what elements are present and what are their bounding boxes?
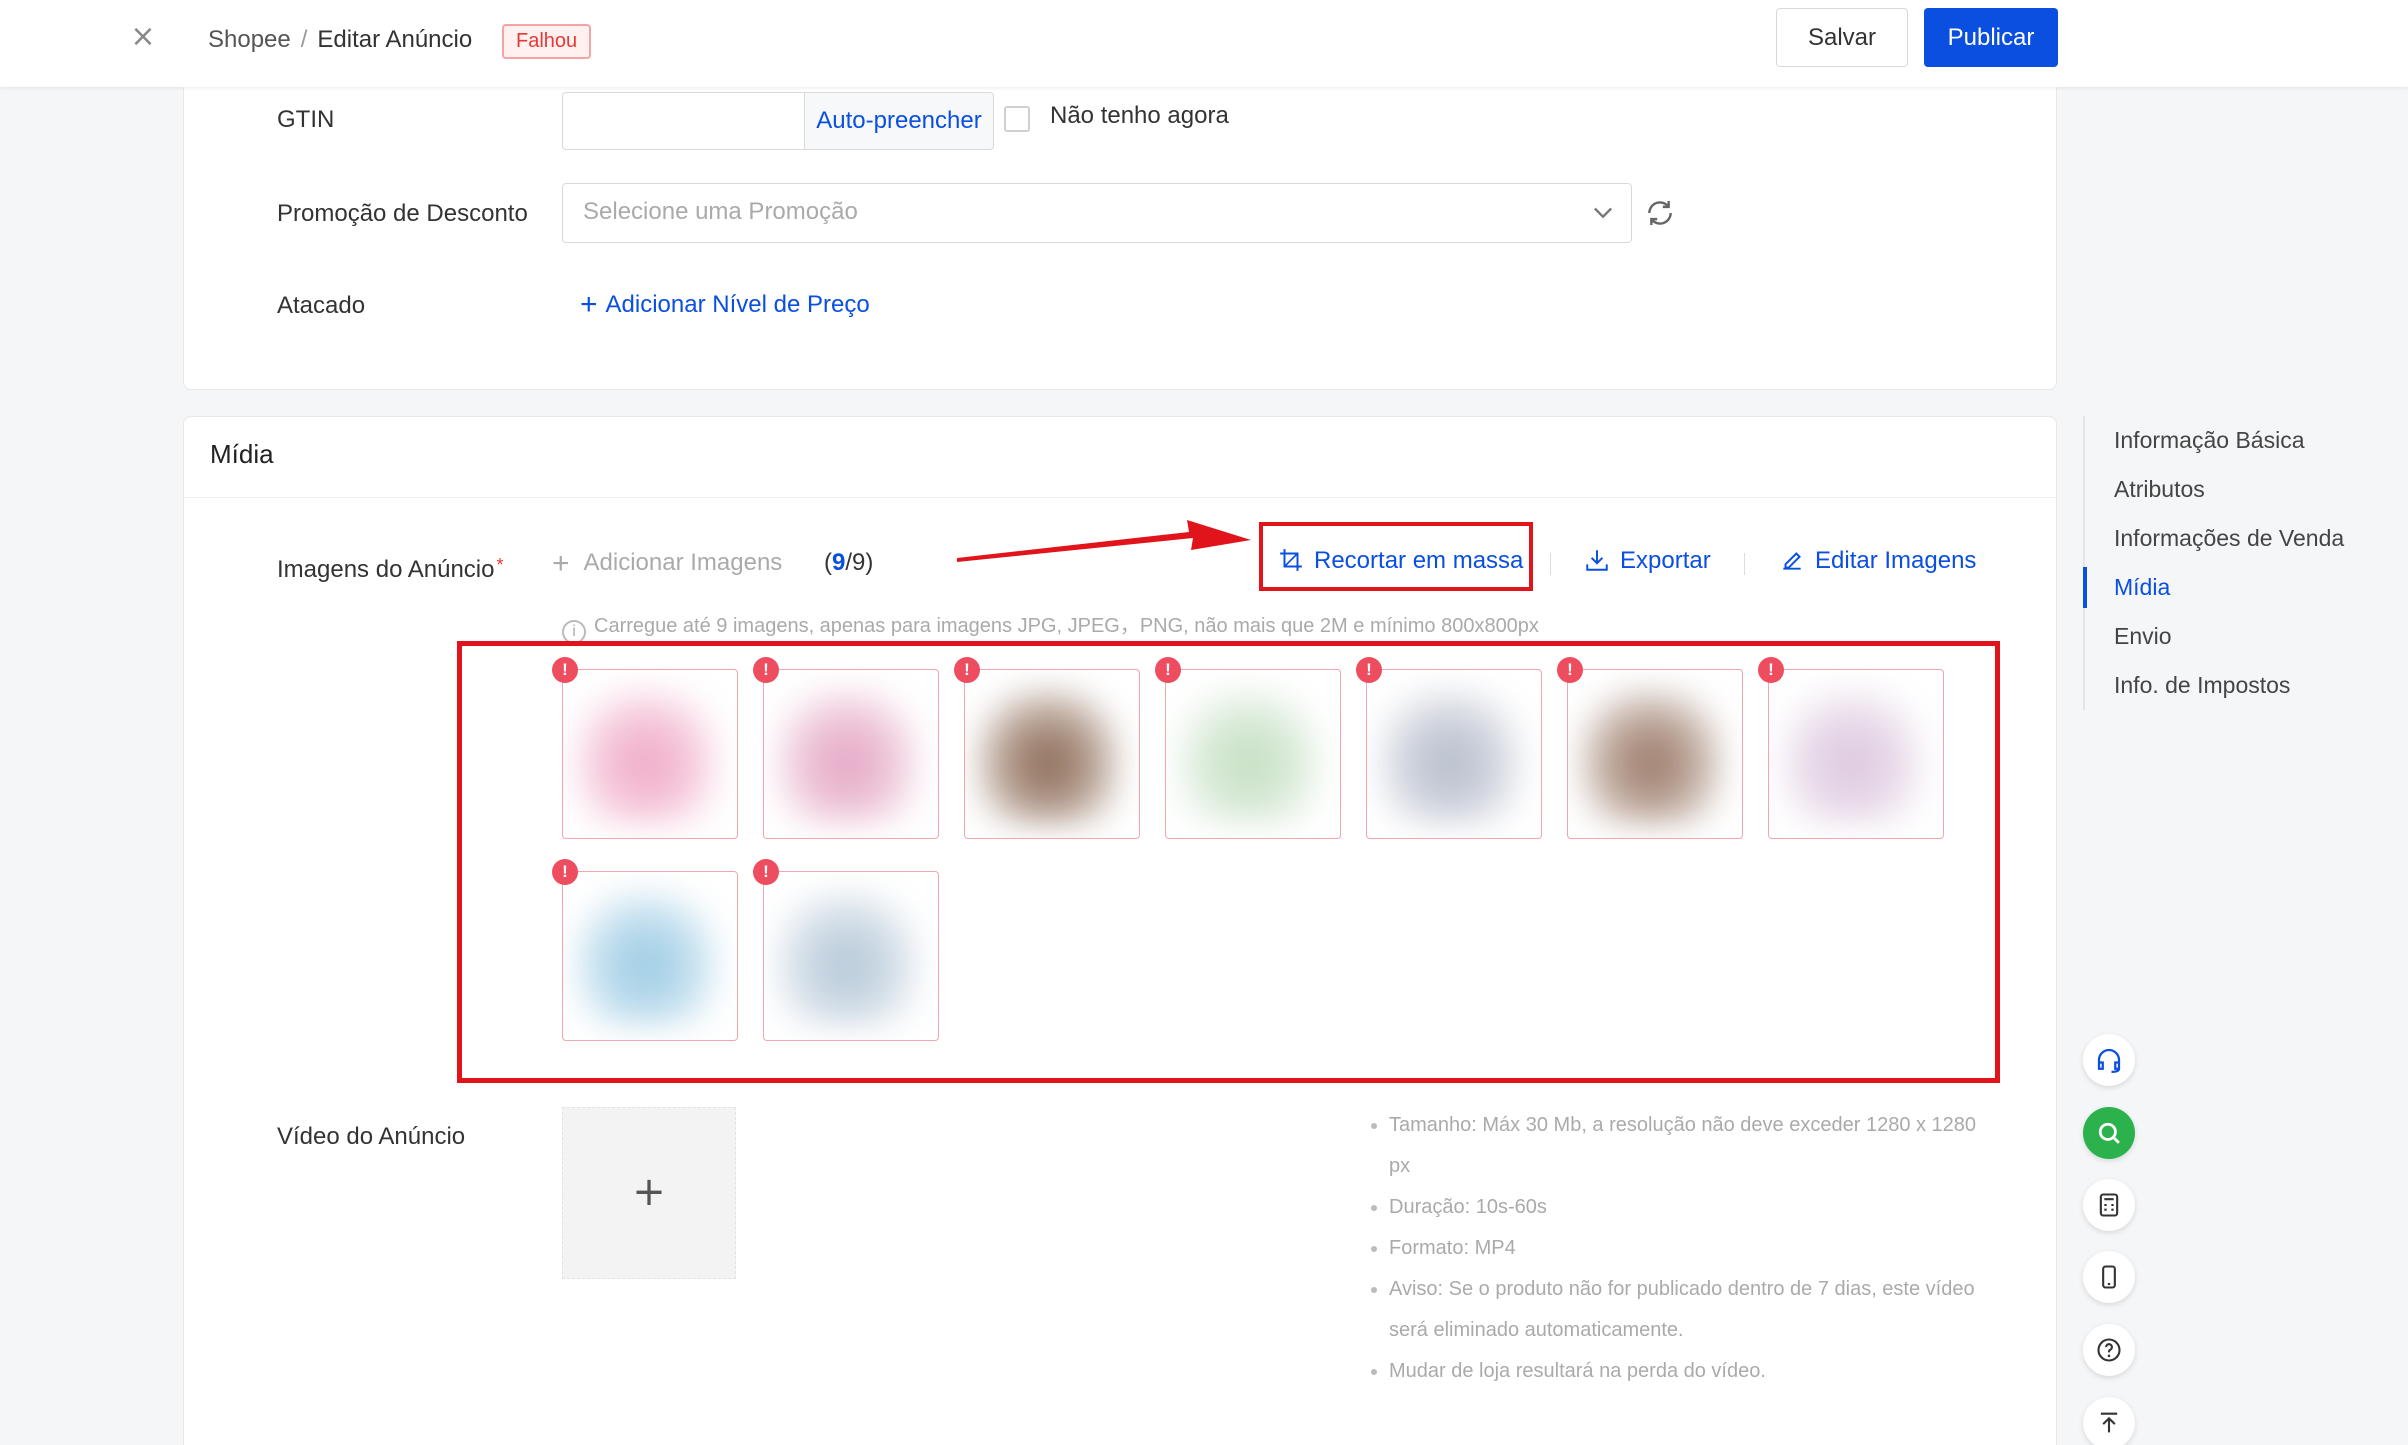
wholesale-label: Atacado <box>277 292 366 319</box>
error-icon[interactable]: ! <box>552 657 578 683</box>
export-label: Exportar <box>1620 547 1711 574</box>
add-video-button[interactable]: + <box>562 1107 736 1279</box>
no-gtin-label[interactable]: Não tenho agora <box>1050 102 1229 130</box>
video-requirement-item: Mudar de loja resultará na perda do víde… <box>1369 1351 1989 1392</box>
plus-icon: + <box>552 547 570 580</box>
images-label-text: Imagens do Anúncio <box>277 556 495 583</box>
highlight-box-images <box>457 641 2000 1083</box>
image-count-current: 9 <box>832 549 846 576</box>
video-requirement-item: Tamanho: Máx 30 Mb, a resolução não deve… <box>1369 1105 1989 1187</box>
breadcrumb-current: Editar Anúncio <box>317 26 473 53</box>
save-button[interactable]: Salvar <box>1776 8 1908 67</box>
error-icon[interactable]: ! <box>1758 657 1784 683</box>
publish-button[interactable]: Publicar <box>1924 8 2058 67</box>
section-nav-item[interactable]: Informação Básica <box>2085 416 2403 465</box>
promo-select[interactable]: Selecione uma Promoção <box>562 183 1632 243</box>
autofill-button[interactable]: Auto-preencher <box>804 92 994 150</box>
video-requirements-list: Tamanho: Máx 30 Mb, a resolução não deve… <box>1369 1105 1989 1392</box>
gtin-input[interactable] <box>562 92 804 150</box>
section-nav-item[interactable]: Informações de Venda <box>2085 514 2403 563</box>
divider <box>184 497 2056 498</box>
sales-info-card: GTIN Auto-preencher Não tenho agora Prom… <box>183 60 2057 390</box>
images-label: Imagens do Anúncio * <box>277 549 504 586</box>
error-icon[interactable]: ! <box>753 859 779 885</box>
image-count: (9/9) <box>824 549 874 576</box>
refresh-icon[interactable] <box>1644 197 1676 229</box>
top-bar: × Shopee / Editar Anúncio Falhou Salvar Pu… <box>0 0 2408 87</box>
upload-hint-text: Carregue até 9 imagens, apenas para imag… <box>594 615 1539 637</box>
download-icon <box>1586 550 1608 571</box>
highlight-box-bulk-crop <box>1259 522 1533 591</box>
error-icon[interactable]: ! <box>1155 657 1181 683</box>
add-images-label: Adicionar Imagens <box>583 549 783 576</box>
section-nav-item[interactable]: Atributos <box>2085 465 2403 514</box>
breadcrumb-root[interactable]: Shopee <box>208 26 291 53</box>
add-price-tier-link[interactable]: + Adicionar Nível de Preço <box>580 288 870 322</box>
breadcrumb-separator: / <box>300 26 308 53</box>
add-price-tier-label: Adicionar Nível de Preço <box>605 291 870 318</box>
edit-images-button[interactable]: Editar Imagens <box>1779 547 1976 575</box>
edit-images-label: Editar Imagens <box>1815 547 1977 574</box>
add-images-button[interactable]: + Adicionar Imagens <box>552 547 782 581</box>
status-badge: Falhou <box>502 24 592 59</box>
export-button[interactable]: Exportar <box>1584 547 1711 575</box>
promo-label: Promoção de Desconto <box>277 200 528 227</box>
headset-icon[interactable] <box>2083 1034 2135 1086</box>
chevron-down-icon <box>1594 207 1612 219</box>
section-nav-item[interactable]: Info. de Impostos <box>2085 661 2403 710</box>
video-requirement-item: Duração: 10s-60s <box>1369 1187 1989 1228</box>
promo-placeholder: Selecione uma Promoção <box>583 198 858 225</box>
back-to-top-icon[interactable] <box>2083 1397 2135 1445</box>
gtin-label: GTIN <box>277 106 335 133</box>
mobile-icon[interactable] <box>2083 1251 2135 1303</box>
video-requirement-item: Formato: MP4 <box>1369 1228 1989 1269</box>
error-icon[interactable]: ! <box>1557 657 1583 683</box>
breadcrumb: Shopee / Editar Anúncio <box>208 24 472 56</box>
calculator-icon[interactable] <box>2083 1179 2135 1231</box>
required-mark: * <box>496 555 504 575</box>
no-gtin-checkbox[interactable] <box>1004 106 1030 132</box>
video-requirement-item: Aviso: Se o produto não for publicado de… <box>1369 1269 1989 1351</box>
red-arrow-icon <box>957 520 1251 562</box>
upload-hint: i Carregue até 9 imagens, apenas para ima… <box>562 609 1539 644</box>
error-icon[interactable]: ! <box>552 859 578 885</box>
error-icon[interactable]: ! <box>1356 657 1382 683</box>
section-nav-item[interactable]: Envio <box>2085 612 2403 661</box>
section-nav-item[interactable]: Mídia <box>2083 563 2403 612</box>
section-nav: Informação Básica Atributos Informações de… <box>2083 416 2403 710</box>
plus-icon: + <box>580 288 598 321</box>
separator <box>1550 553 1551 575</box>
close-icon[interactable]: × <box>126 20 160 54</box>
search-icon[interactable] <box>2083 1107 2135 1159</box>
error-icon[interactable]: ! <box>954 657 980 683</box>
video-label: Vídeo do Anúncio <box>277 1123 466 1150</box>
pencil-icon <box>1783 552 1801 570</box>
error-icon[interactable]: ! <box>753 657 779 683</box>
media-title: Mídia <box>210 439 274 469</box>
separator <box>1744 553 1745 575</box>
help-icon[interactable] <box>2083 1324 2135 1376</box>
